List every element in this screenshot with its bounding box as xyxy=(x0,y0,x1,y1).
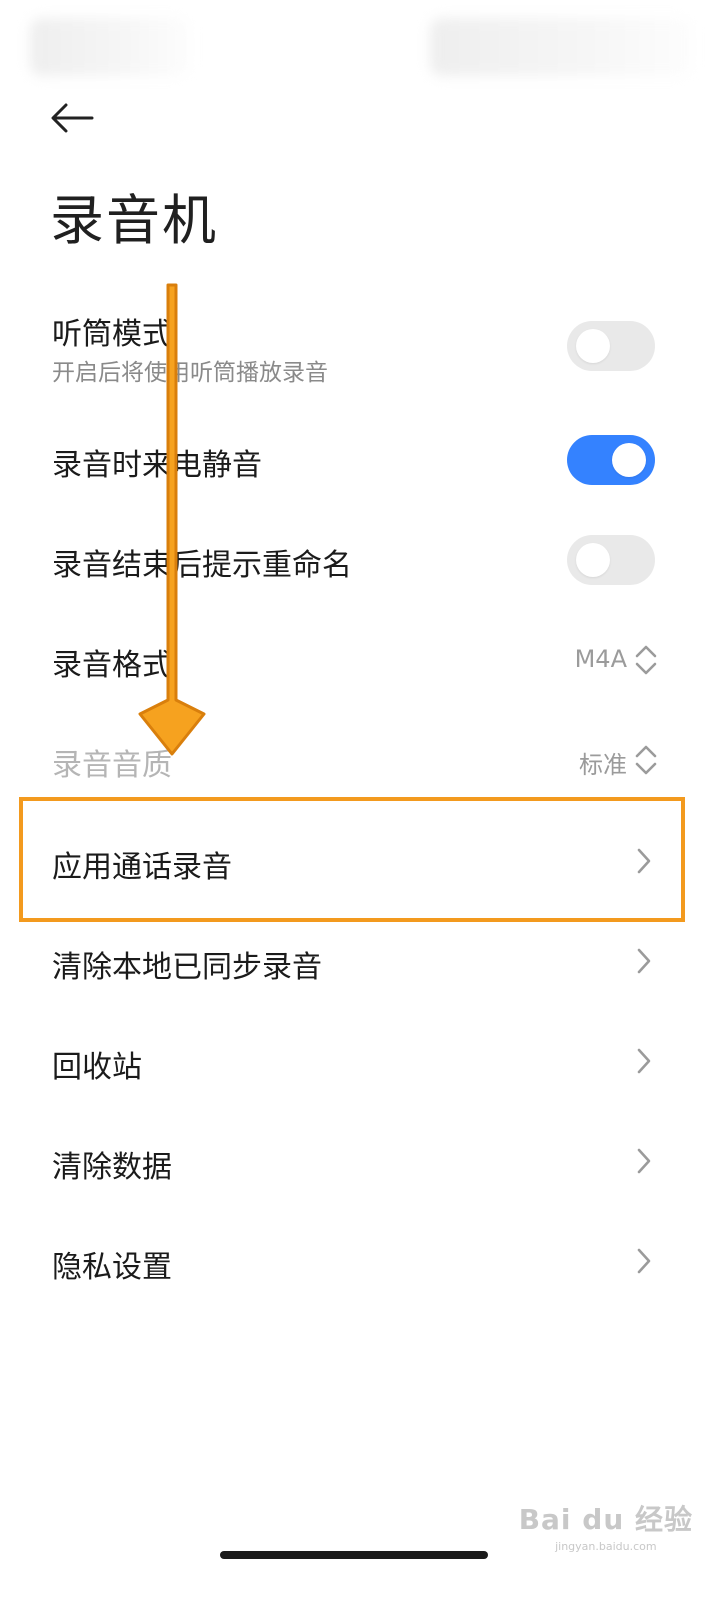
chevron-right-icon xyxy=(637,1048,651,1074)
up-down-chevron-icon xyxy=(635,645,657,675)
setting-label: 清除本地已同步录音 xyxy=(52,950,322,985)
setting-label: 听筒模式 xyxy=(52,317,172,352)
chevron-right-icon xyxy=(637,948,651,974)
setting-rename-prompt[interactable]: 录音结束后提示重命名 xyxy=(0,510,719,610)
setting-clear-data[interactable]: 清除数据 xyxy=(0,1110,719,1210)
mute-calls-toggle[interactable] xyxy=(567,435,655,485)
setting-label: 录音格式 xyxy=(52,648,172,683)
setting-label: 应用通话录音 xyxy=(52,850,232,885)
setting-label: 录音结束后提示重命名 xyxy=(52,548,352,583)
back-button[interactable] xyxy=(44,92,100,144)
watermark-sub: jingyan.baidu.com xyxy=(555,1540,657,1553)
status-bar-left xyxy=(30,18,190,76)
up-down-chevron-icon xyxy=(635,745,657,775)
setting-recording-quality[interactable]: 录音音质 标准 xyxy=(0,710,719,810)
back-arrow-icon xyxy=(51,103,94,133)
toggle-knob xyxy=(576,543,610,577)
setting-earpiece-mode[interactable]: 听筒模式 开启后将使用听筒播放录音 xyxy=(0,297,719,397)
rename-prompt-toggle[interactable] xyxy=(567,535,655,585)
setting-app-call-recording[interactable]: 应用通话录音 xyxy=(0,810,719,910)
toggle-knob xyxy=(576,329,610,363)
setting-label: 回收站 xyxy=(52,1050,142,1085)
setting-label: 录音音质 xyxy=(52,748,172,783)
setting-subtitle: 开启后将使用听筒播放录音 xyxy=(52,360,328,386)
setting-mute-calls[interactable]: 录音时来电静音 xyxy=(0,410,719,510)
chevron-right-icon xyxy=(637,1148,651,1174)
earpiece-mode-toggle[interactable] xyxy=(567,321,655,371)
chevron-right-icon xyxy=(637,1248,651,1274)
home-indicator[interactable] xyxy=(220,1551,488,1559)
recording-format-value: M4A xyxy=(574,645,627,673)
setting-label: 录音时来电静音 xyxy=(52,448,262,483)
toggle-knob xyxy=(612,443,646,477)
watermark-main: Bai du 经验 xyxy=(518,1503,693,1536)
setting-recycle-bin[interactable]: 回收站 xyxy=(0,1010,719,1110)
status-bar-right xyxy=(430,18,692,76)
setting-privacy[interactable]: 隐私设置 xyxy=(0,1210,719,1310)
setting-label: 隐私设置 xyxy=(52,1250,172,1285)
page-title: 录音机 xyxy=(50,189,218,252)
setting-label: 清除数据 xyxy=(52,1150,172,1185)
watermark-logo: Bai du 经验 jingyan.baidu.com xyxy=(519,1498,693,1553)
setting-recording-format[interactable]: 录音格式 M4A xyxy=(0,610,719,710)
setting-clear-synced[interactable]: 清除本地已同步录音 xyxy=(0,910,719,1010)
chevron-right-icon xyxy=(637,848,651,874)
recording-quality-value: 标准 xyxy=(579,751,627,779)
